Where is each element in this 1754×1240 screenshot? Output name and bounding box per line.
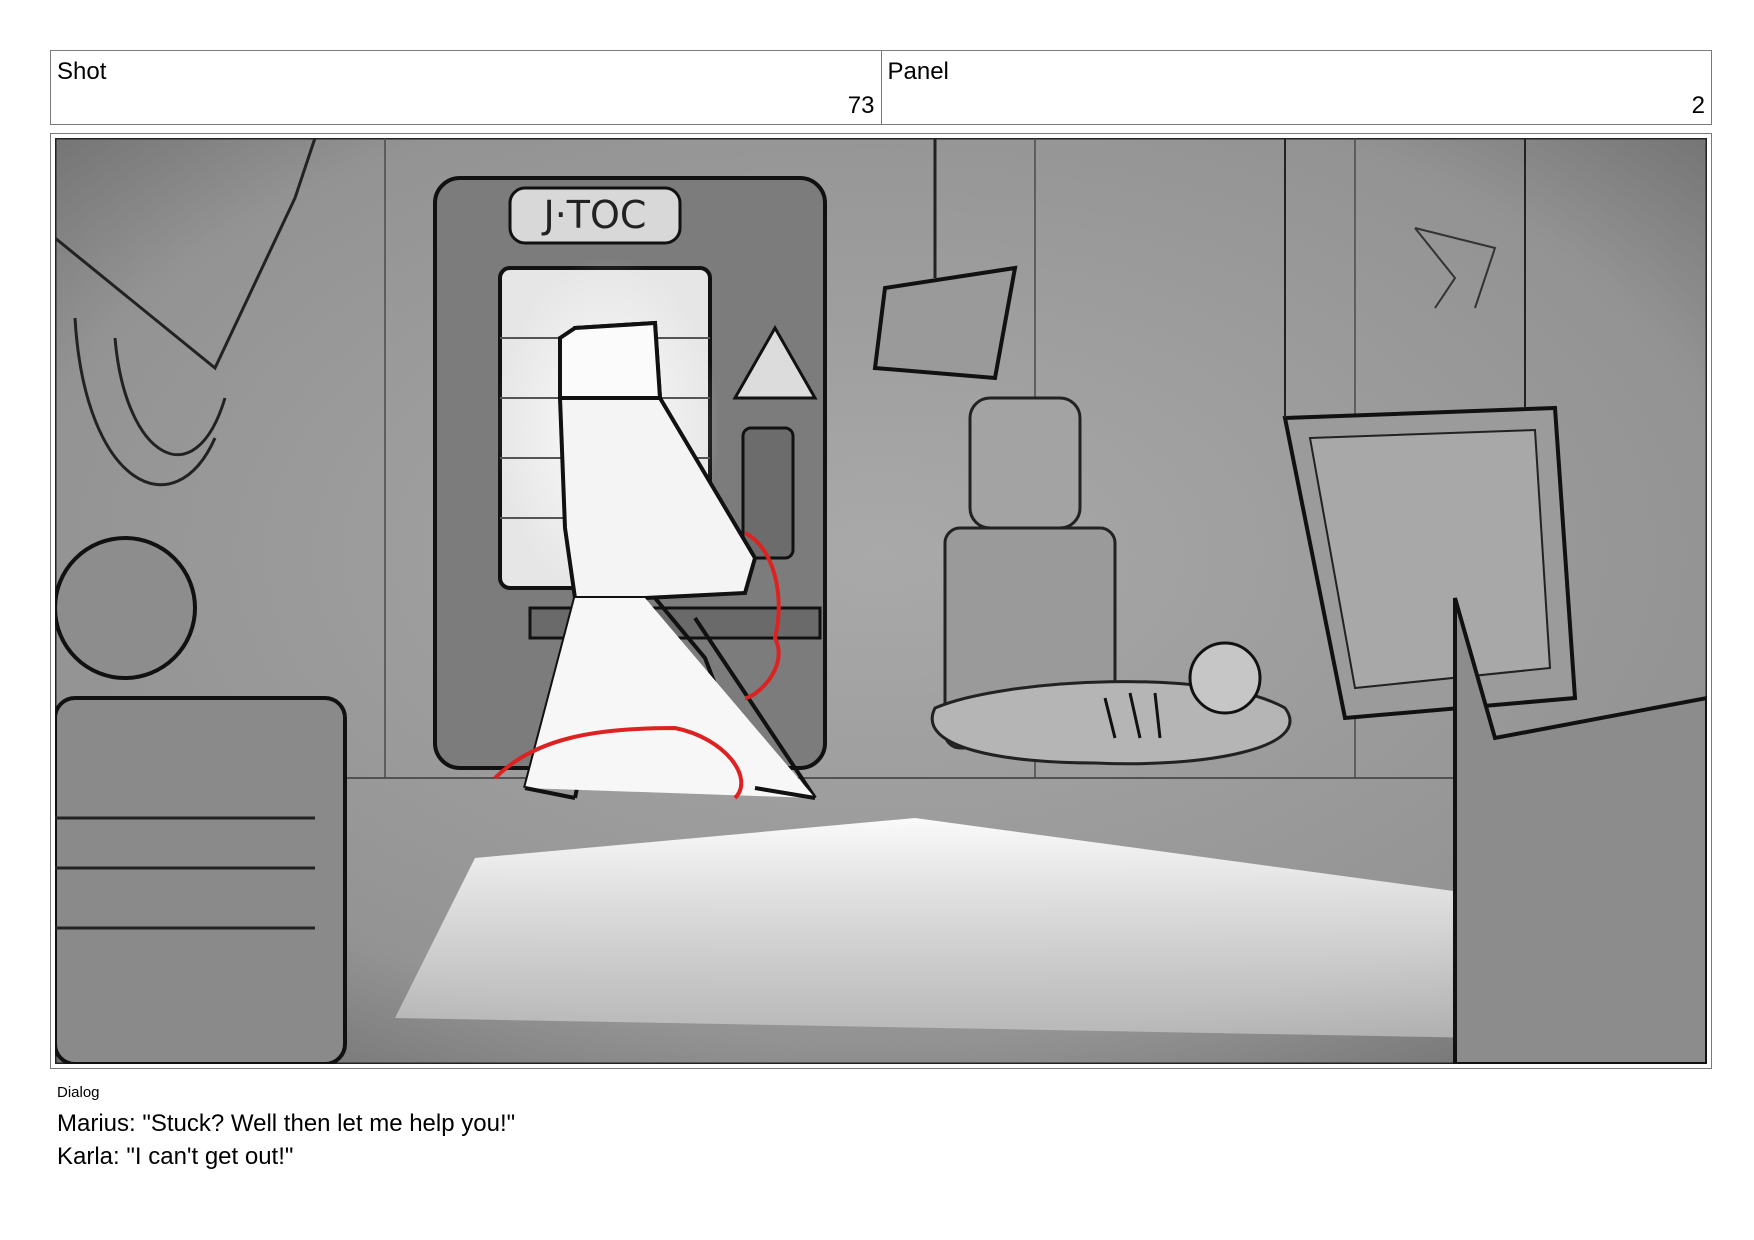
shot-panel-header: Shot 73 Panel 2 bbox=[50, 50, 1712, 125]
shot-label: Shot bbox=[57, 58, 107, 85]
svg-text:J·TOC: J·TOC bbox=[542, 193, 647, 237]
dialog-label: Dialog bbox=[57, 1084, 100, 1101]
storyboard-frame: J·TOC bbox=[50, 133, 1712, 1069]
dialog-line: Marius: "Stuck? Well then let me help yo… bbox=[57, 1110, 516, 1137]
panel-number: 2 bbox=[1691, 92, 1705, 119]
panel-cell: Panel 2 bbox=[880, 51, 1712, 124]
shot-cell: Shot 73 bbox=[51, 51, 881, 124]
storyboard-sketch: J·TOC bbox=[55, 138, 1707, 1064]
dialog-line: Karla: "I can't get out!" bbox=[57, 1143, 294, 1170]
panel-label: Panel bbox=[887, 58, 949, 85]
shot-number: 73 bbox=[847, 92, 875, 119]
